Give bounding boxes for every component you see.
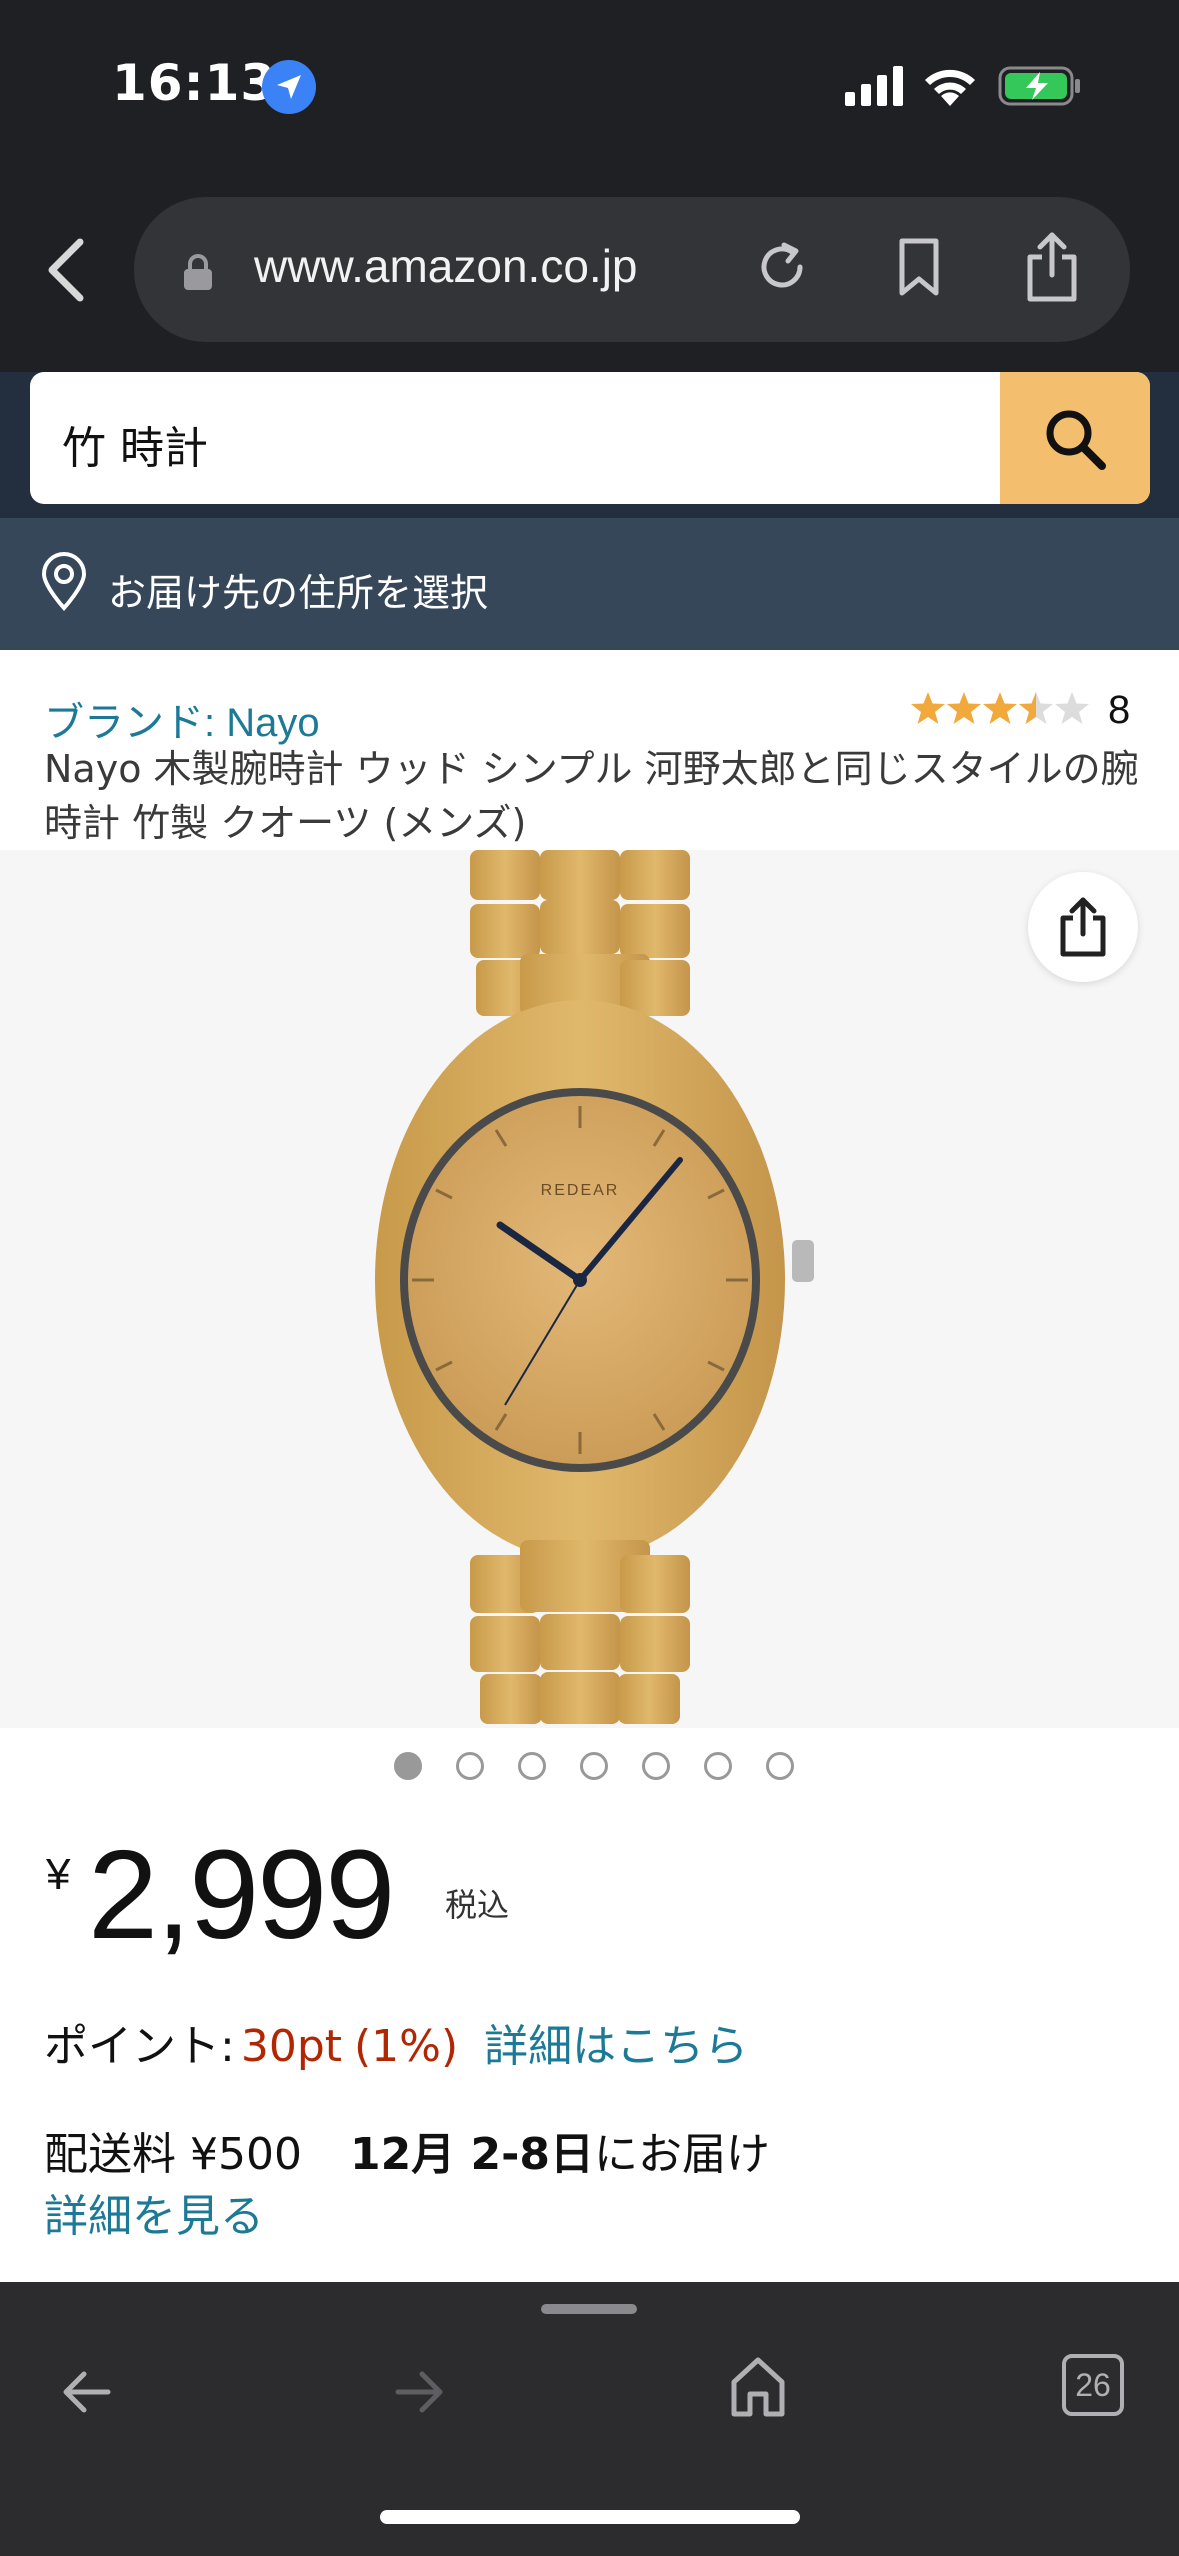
points-row: ポイント: 30pt (1%) 詳細はこちら [44, 2010, 748, 2074]
tax-label: 税込 [445, 1886, 510, 1924]
delivery-address-label: お届け先の住所を選択 [108, 571, 489, 615]
tabs-count-button[interactable]: 26 [1062, 2354, 1124, 2416]
status-time: 16:13 [112, 54, 277, 112]
bookmark-icon[interactable] [894, 237, 944, 297]
location-pin-icon [41, 552, 87, 611]
search-button[interactable] [1000, 372, 1150, 504]
home-indicator[interactable] [380, 2510, 800, 2524]
carousel-dot[interactable] [704, 1752, 732, 1780]
carousel-dot[interactable] [456, 1752, 484, 1780]
address-bar[interactable]: www.amazon.co.jp [134, 197, 1130, 342]
rating-stars[interactable] [910, 690, 1090, 730]
lock-icon [184, 254, 212, 290]
image-share-button[interactable] [1028, 872, 1138, 982]
points-percent: (1%) [354, 2021, 459, 2072]
delivery-suffix: にお届け [594, 2129, 771, 2180]
search-icon [1046, 410, 1106, 470]
browser-chrome-top: 16:13 www.amazon.co.jp [0, 0, 1179, 372]
back-arrow-icon[interactable] [58, 2364, 114, 2420]
forward-arrow-icon[interactable] [392, 2364, 448, 2420]
currency-symbol: ¥ [46, 1850, 71, 1899]
toolbar-drag-handle[interactable] [541, 2304, 637, 2314]
reload-icon[interactable] [752, 237, 812, 297]
carousel-dot[interactable] [518, 1752, 546, 1780]
carousel-dot[interactable] [766, 1752, 794, 1780]
brand-link[interactable]: ブランド: Nayo [44, 690, 320, 748]
watch-logo: REDEAR [541, 1182, 620, 1199]
product-title: Nayo 木製腕時計 ウッド シンプル 河野太郎と同じスタイルの腕時計 竹製 ク… [44, 747, 1139, 845]
rating-count[interactable]: 8 [1108, 688, 1130, 733]
wifi-icon [925, 69, 975, 106]
product-image-carousel[interactable]: REDEAR [0, 850, 1179, 1728]
share-icon[interactable] [1022, 229, 1082, 305]
points-label: ポイント: [44, 2021, 235, 2072]
price: 2,999 [88, 1824, 395, 1965]
search-query: 竹 時計 [62, 423, 208, 474]
carousel-dot[interactable] [642, 1752, 670, 1780]
battery-charging-icon [998, 66, 1080, 106]
carousel-dot[interactable] [394, 1752, 422, 1780]
carousel-indicator[interactable] [394, 1752, 794, 1780]
share-icon [1060, 897, 1106, 957]
cellular-signal-icon [845, 66, 903, 106]
home-icon[interactable] [730, 2354, 786, 2418]
browser-back-chevron-icon[interactable] [38, 230, 98, 310]
delivery-address-bar[interactable]: お届け先の住所を選択 [0, 518, 1179, 650]
location-arrow-icon [262, 60, 316, 114]
points-value: 30pt [240, 2021, 342, 2072]
points-details-link[interactable]: 詳細はこちら [484, 2021, 748, 2072]
product-image-bamboo-watch: REDEAR [375, 850, 814, 1724]
carousel-dot[interactable] [580, 1752, 608, 1780]
shipping-fee: 配送料 ¥500 [44, 2129, 302, 2180]
shipping-row: 配送料 ¥500 12月 2-8日にお届け [44, 2118, 770, 2182]
shipping-details-link[interactable]: 詳細を見る [44, 2180, 264, 2244]
search-input[interactable]: 竹 時計 [30, 372, 1150, 504]
url-text: www.amazon.co.jp [254, 240, 638, 292]
delivery-date: 12月 2-8日 [349, 2129, 595, 2180]
